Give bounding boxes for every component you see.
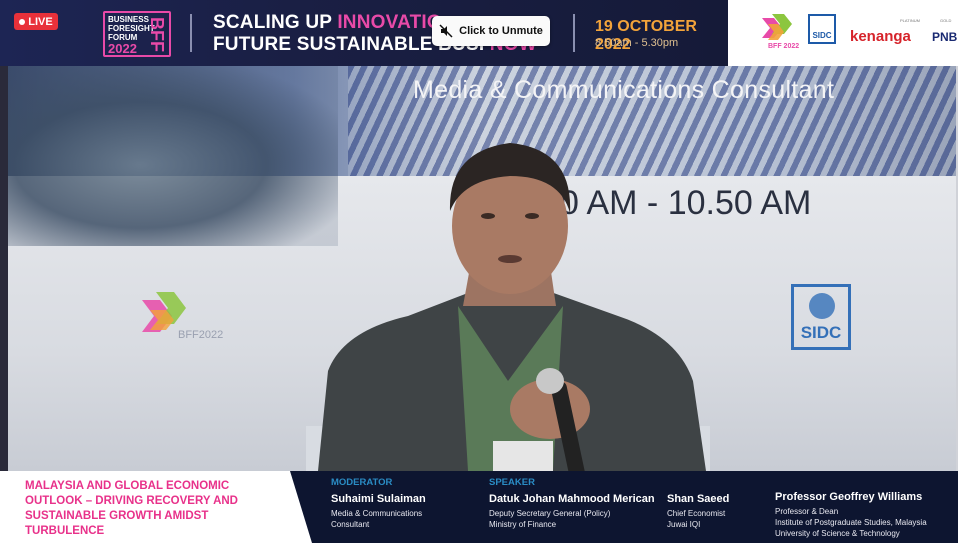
- speaker-3-line-3: University of Science & Technology: [775, 529, 900, 538]
- bff-sponsor-logo: BFF 2022: [762, 14, 799, 50]
- platinum-label: PLATINUM: [900, 18, 920, 23]
- speaker-1-line-1: Deputy Secretary General (Policy): [489, 509, 611, 518]
- speaker-1-line-2: Ministry of Finance: [489, 520, 557, 529]
- speaker-title-2: Chief Economist Juwai IQI: [667, 508, 725, 530]
- speaker-title-3: Professor & Dean Institute of Postgradua…: [775, 506, 927, 539]
- speaker-title-1: Deputy Secretary General (Policy) Minist…: [489, 508, 610, 530]
- backdrop-sidc-text: SIDC: [800, 323, 842, 342]
- moderator-name: Suhaimi Sulaiman: [331, 493, 426, 505]
- headline-highlight-1: INNOVATIO: [337, 12, 442, 33]
- banner-title-area: LIVE BUSINESS FORESIGHT FORUM 2022 BFF S…: [0, 0, 728, 66]
- live-label: LIVE: [28, 15, 53, 28]
- kenanga-logo: kenanga: [850, 28, 911, 45]
- pnb-logo: PNB: [932, 30, 958, 44]
- moderator-title: Media & Communications Consultant: [331, 508, 422, 530]
- sidc-sponsor-text: SIDC: [812, 31, 832, 40]
- sponsor-logos: BFF 2022 SIDC PLATINUM kenanga GOLD PNB: [728, 0, 958, 66]
- speaker-name-1: Datuk Johan Mahmood Merican: [489, 493, 655, 505]
- screen-person-projection: [8, 66, 338, 246]
- speaker-2-line-1: Chief Economist: [667, 509, 726, 518]
- banner-divider-2: [573, 14, 575, 52]
- gold-label: GOLD: [940, 18, 952, 23]
- live-badge: LIVE: [14, 13, 58, 30]
- sponsor-strip: BFF 2022 SIDC PLATINUM kenanga GOLD PNB: [728, 0, 958, 66]
- live-dot-icon: [19, 18, 26, 25]
- banner-divider: [190, 14, 192, 52]
- forum-mark: BFF: [147, 17, 167, 52]
- speaker-muted-icon: [439, 24, 453, 38]
- event-time: 8.50am - 5.30pm: [595, 37, 679, 49]
- bff-sponsor-text: BFF 2022: [768, 43, 799, 50]
- forum-logo: BUSINESS FORESIGHT FORUM 2022 BFF: [103, 11, 171, 57]
- video-stage[interactable]: Media & Communications Consultant 0 AM -…: [8, 66, 958, 471]
- sidc-sponsor-logo: SIDC: [808, 14, 836, 44]
- moderator-title-line-2: Consultant: [331, 520, 370, 529]
- backdrop-bff-text: BFF2022: [178, 329, 223, 341]
- speaker-figure: [306, 143, 710, 471]
- speaker-name-2: Shan Saeed: [667, 493, 730, 505]
- lower-third: MALAYSIA AND GLOBAL ECONOMIC OUTLOOK – D…: [0, 471, 958, 543]
- speaker-3-line-1: Professor & Dean: [775, 507, 839, 516]
- speaker-name-3: Professor Geoffrey Williams: [775, 491, 923, 503]
- backdrop-sidc-logo: SIDC: [791, 284, 851, 350]
- headline-part-1: SCALING UP: [213, 12, 338, 33]
- sidc-globe-icon: [809, 293, 835, 319]
- unmute-label: Click to Unmute: [459, 25, 543, 37]
- speaker-3-line-2: Institute of Postgraduate Studies, Malay…: [775, 518, 927, 527]
- speaker-label: SPEAKER: [489, 477, 535, 488]
- speaker-2-line-2: Juwai IQI: [667, 520, 701, 529]
- slide-title: Media & Communications Consultant: [413, 76, 835, 104]
- backdrop-bff-logo: BFF2022: [142, 292, 223, 341]
- moderator-label: MODERATOR: [331, 477, 393, 488]
- moderator-title-line-1: Media & Communications: [331, 509, 423, 518]
- unmute-button[interactable]: Click to Unmute: [432, 16, 550, 46]
- session-title: MALAYSIA AND GLOBAL ECONOMIC OUTLOOK – D…: [25, 480, 238, 537]
